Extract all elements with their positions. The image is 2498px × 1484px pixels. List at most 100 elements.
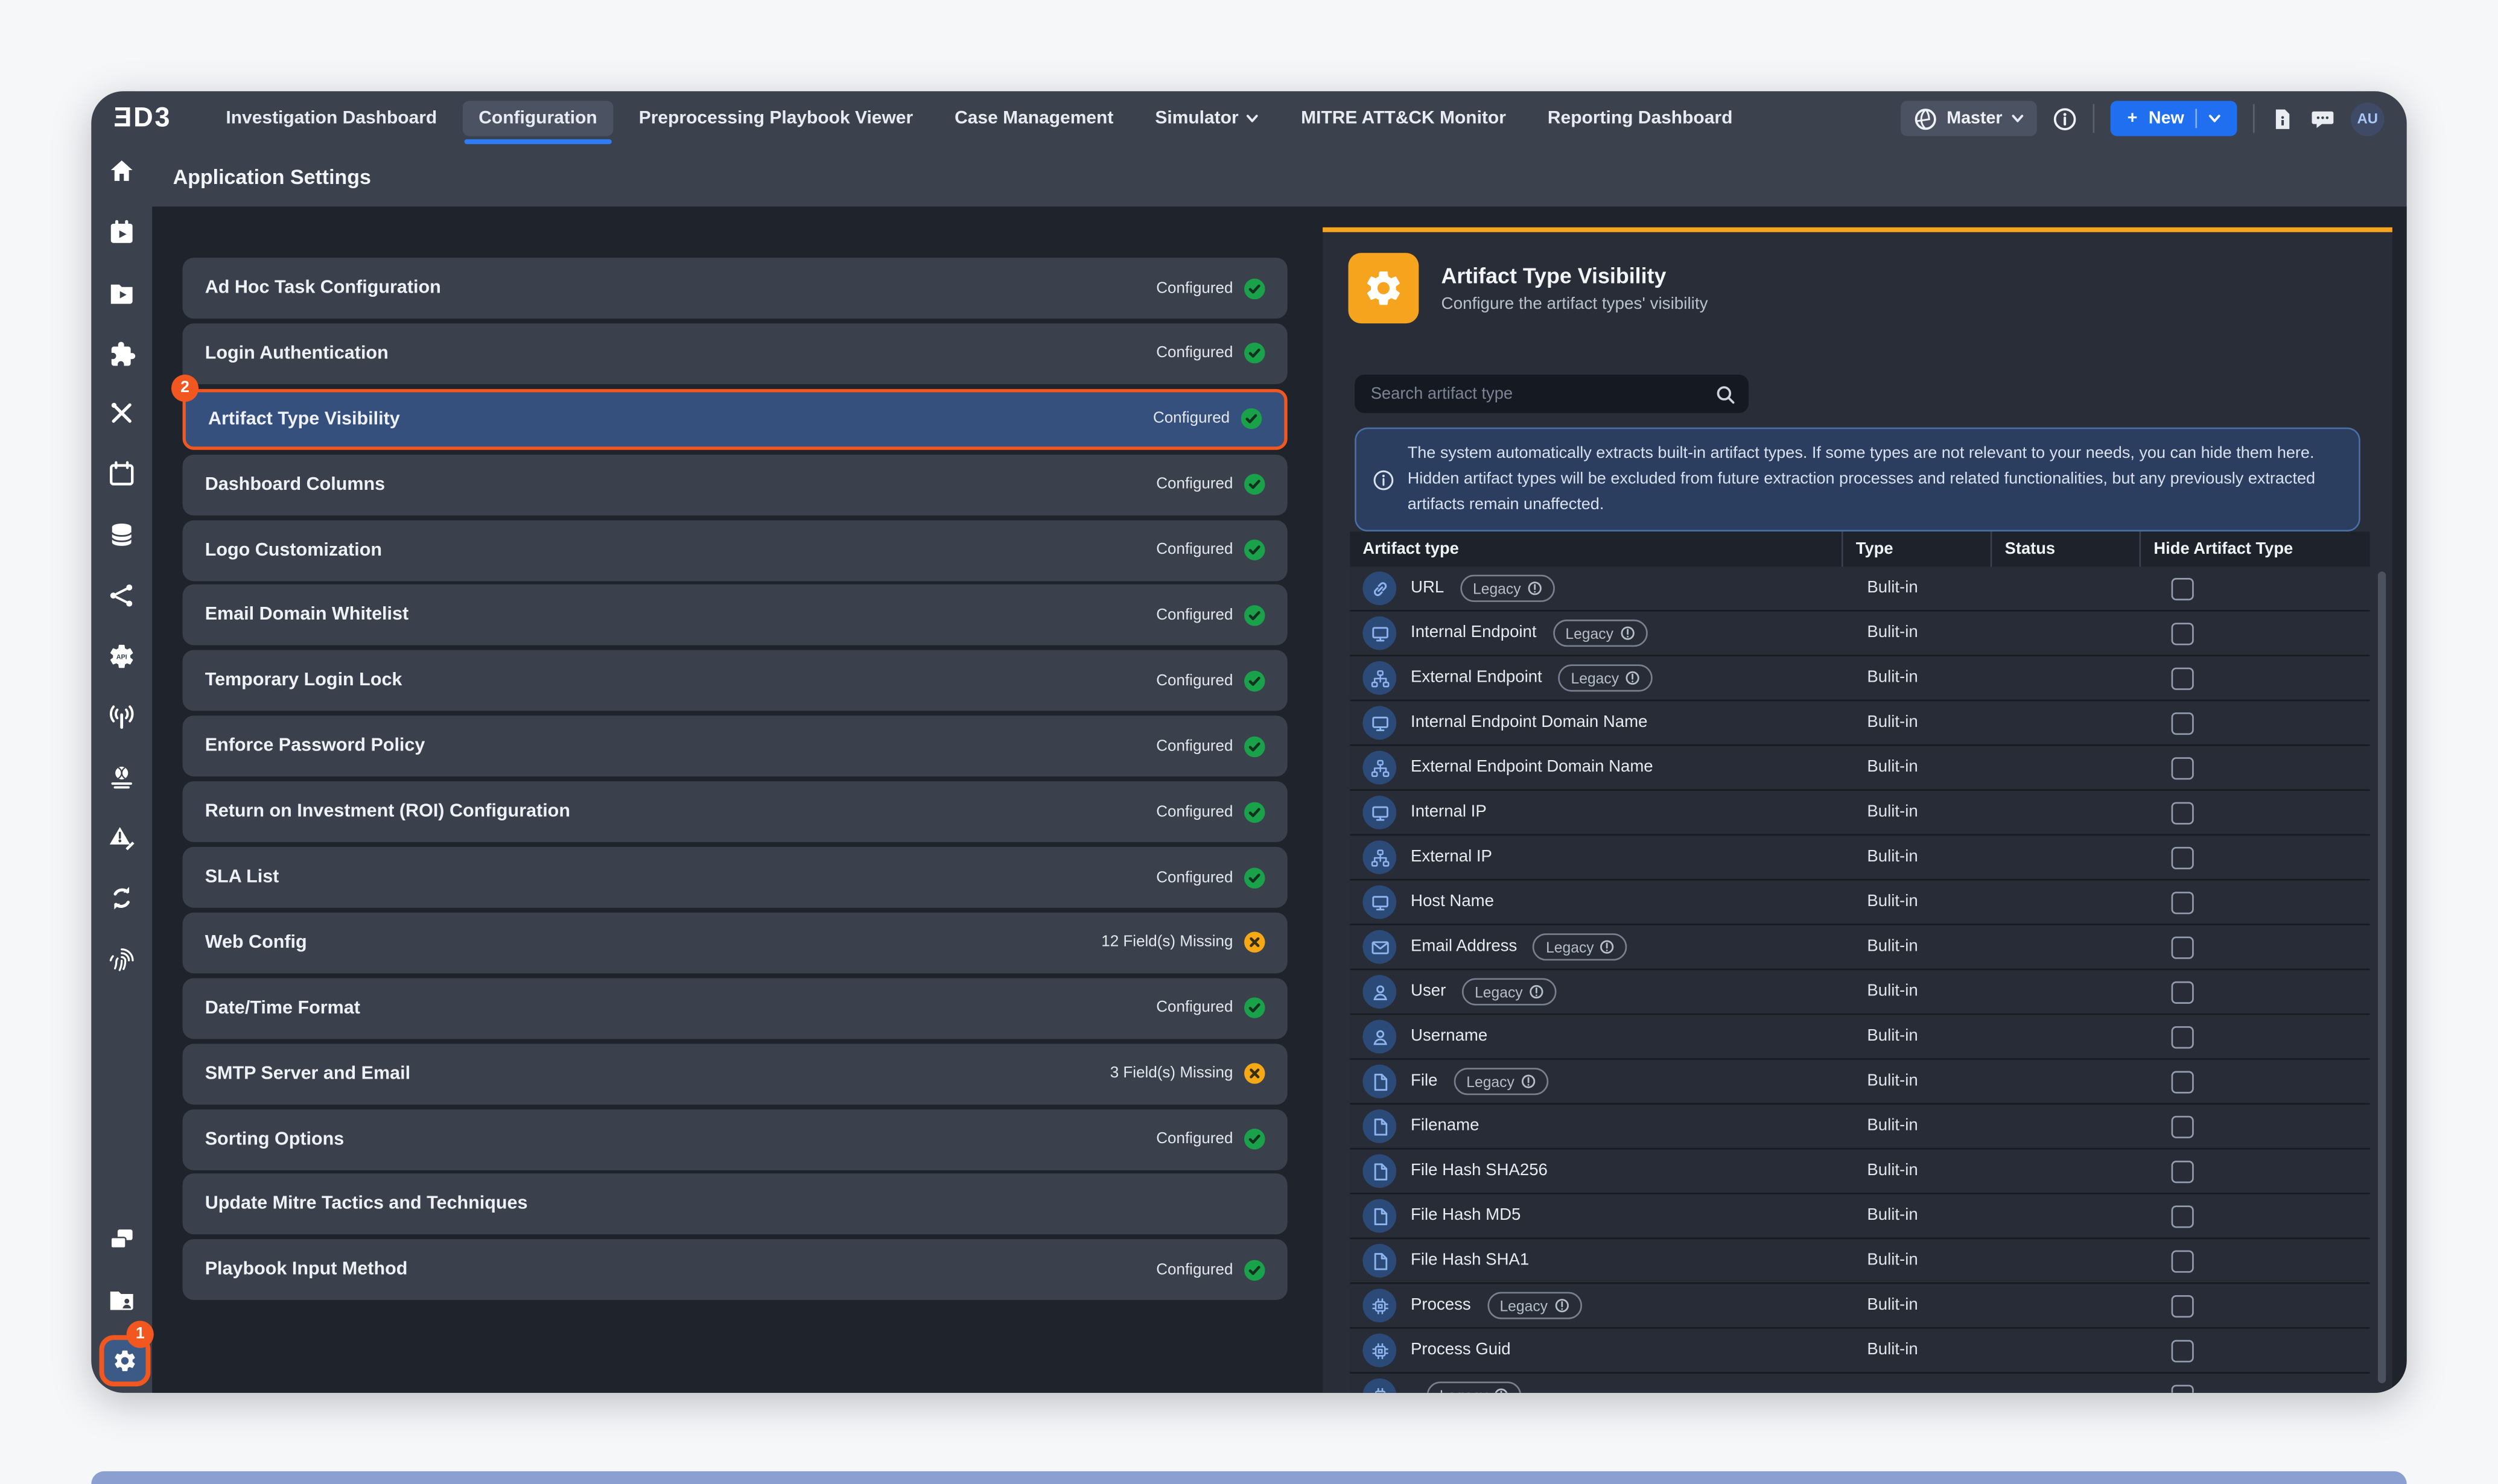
windows-icon[interactable] [107, 1225, 136, 1254]
connections-icon[interactable] [107, 581, 136, 610]
hide-artifact-checkbox[interactable] [2172, 1295, 2194, 1317]
settings-list-item[interactable]: Dashboard Columns Configured [183, 454, 1288, 515]
tab-case-management[interactable]: Case Management [939, 101, 1130, 136]
settings-list-item[interactable]: Ad Hoc Task Configuration Configured [183, 258, 1288, 319]
new-button[interactable]: + New [2111, 101, 2237, 136]
search-icon[interactable] [1715, 384, 1736, 405]
table-row[interactable]: Process Legacy Bulit-in [1350, 1284, 2370, 1328]
hide-artifact-checkbox[interactable] [2172, 1339, 2194, 1362]
screen: ƎD3 Investigation DashboardConfiguration… [0, 0, 2498, 1484]
settings-list-item[interactable]: Update Mitre Tactics and Techniques [183, 1175, 1288, 1235]
artifact-type: Bulit-in [1854, 983, 1918, 1000]
artifact-name: File Hash MD5 [1411, 1207, 1521, 1225]
tab-simulator[interactable]: Simulator [1139, 101, 1276, 136]
fingerprint-icon[interactable] [107, 945, 136, 974]
case-files-icon[interactable] [107, 1286, 136, 1314]
table-row[interactable]: Email Address Legacy Bulit-in [1350, 925, 2370, 970]
hide-artifact-checkbox[interactable] [2172, 667, 2194, 689]
chat-icon[interactable] [2311, 106, 2335, 130]
info-icon[interactable] [2054, 106, 2078, 130]
info-banner: The system automatically extracts built-… [1355, 428, 2360, 533]
table-header: Artifact typeTypeStatusHide Artifact Typ… [1350, 531, 2370, 566]
hide-artifact-checkbox[interactable] [2172, 1205, 2194, 1227]
table-body: URL Legacy Bulit-in Internal Endpoint Le… [1350, 566, 2370, 1392]
table-row[interactable]: Legacy [1350, 1374, 2370, 1393]
artifact-name: Username [1411, 1028, 1487, 1045]
settings-list-item[interactable]: Logo Customization Configured [183, 519, 1288, 580]
table-row[interactable]: External Endpoint Legacy Bulit-in [1350, 656, 2370, 701]
playbook-viewer-icon[interactable] [107, 278, 136, 307]
column-header: Artifact type [1350, 531, 1842, 566]
table-scrollbar[interactable] [2378, 571, 2386, 1383]
file-icon [1362, 1154, 1396, 1188]
table-row[interactable]: File Hash SHA256 Bulit-in [1350, 1149, 2370, 1194]
hide-artifact-checkbox[interactable] [2172, 622, 2194, 644]
settings-list-item[interactable]: Date/Time Format Configured [183, 978, 1288, 1039]
table-row[interactable]: File Hash SHA1 Bulit-in [1350, 1239, 2370, 1284]
web-portal-icon[interactable] [107, 763, 136, 792]
tab-configuration[interactable]: Configuration [463, 101, 614, 136]
hide-artifact-checkbox[interactable] [2172, 980, 2194, 1003]
document-icon[interactable] [2271, 106, 2295, 130]
hide-artifact-checkbox[interactable] [2172, 801, 2194, 823]
event-calendar-icon[interactable] [107, 460, 136, 489]
hide-artifact-checkbox[interactable] [2172, 891, 2194, 913]
hide-artifact-checkbox[interactable] [2172, 1384, 2194, 1393]
table-row[interactable]: Internal IP Bulit-in [1350, 791, 2370, 836]
settings-list-item[interactable]: Artifact Type Visibility Configured 2 [183, 388, 1288, 449]
settings-list-item[interactable]: Sorting Options Configured [183, 1109, 1288, 1170]
table-row[interactable]: External Endpoint Domain Name Bulit-in [1350, 746, 2370, 791]
settings-list-item[interactable]: Login Authentication Configured [183, 323, 1288, 384]
api-icon[interactable]: API [107, 642, 136, 671]
settings-list-item[interactable]: SMTP Server and Email 3 Field(s) Missing [183, 1043, 1288, 1104]
hide-artifact-checkbox[interactable] [2172, 1160, 2194, 1182]
settings-list-item[interactable]: Enforce Password Policy Configured [183, 716, 1288, 777]
table-row[interactable]: Internal Endpoint Domain Name Bulit-in [1350, 701, 2370, 746]
search-input[interactable] [1355, 385, 1715, 402]
hide-artifact-checkbox[interactable] [2172, 1026, 2194, 1048]
incident-report-icon[interactable] [107, 823, 136, 852]
tab-reporting-dashboard[interactable]: Reporting Dashboard [1531, 101, 1749, 136]
tab-investigation-dashboard[interactable]: Investigation Dashboard [210, 101, 453, 136]
broadcast-icon[interactable] [107, 702, 136, 731]
utilities-icon[interactable] [107, 399, 136, 428]
table-row[interactable]: File Legacy Bulit-in [1350, 1060, 2370, 1105]
settings-list-item[interactable]: Temporary Login Lock Configured [183, 650, 1288, 711]
hide-artifact-checkbox[interactable] [2172, 846, 2194, 869]
settings-item-label: Logo Customization [205, 541, 382, 560]
avatar[interactable]: AU [2351, 102, 2385, 136]
home-icon[interactable] [107, 157, 136, 186]
data-management-icon[interactable] [107, 521, 136, 550]
configured-check-icon [1244, 867, 1265, 888]
hide-artifact-checkbox[interactable] [2172, 577, 2194, 600]
sync-icon[interactable] [107, 884, 136, 913]
table-row[interactable]: Process Guid Bulit-in [1350, 1329, 2370, 1374]
hide-artifact-checkbox[interactable] [2172, 936, 2194, 958]
hide-artifact-checkbox[interactable] [2172, 712, 2194, 734]
scheduled-playbooks-icon[interactable] [107, 218, 136, 247]
tab-preprocessing-playbook-viewer[interactable]: Preprocessing Playbook Viewer [623, 101, 929, 136]
table-row[interactable]: Internal Endpoint Legacy Bulit-in [1350, 612, 2370, 656]
settings-list-item[interactable]: Web Config 12 Field(s) Missing [183, 912, 1288, 973]
tab-mitre-att-ck-monitor[interactable]: MITRE ATT&CK Monitor [1285, 101, 1522, 136]
table-row[interactable]: External IP Bulit-in [1350, 836, 2370, 880]
environment-selector[interactable]: Master [1900, 101, 2038, 136]
legacy-badge: Legacy [1454, 1068, 1548, 1095]
table-row[interactable]: Username Bulit-in [1350, 1015, 2370, 1060]
file-icon [1362, 1109, 1396, 1143]
hide-artifact-checkbox[interactable] [2172, 1070, 2194, 1092]
table-row[interactable]: File Hash MD5 Bulit-in [1350, 1194, 2370, 1239]
table-row[interactable]: Host Name Bulit-in [1350, 881, 2370, 925]
settings-list-item[interactable]: Playbook Input Method Configured [183, 1240, 1288, 1301]
settings-list-item[interactable]: Return on Investment (ROI) Configuration… [183, 781, 1288, 842]
artifact-type: Bulit-in [1854, 759, 1918, 776]
table-row[interactable]: Filename Bulit-in [1350, 1105, 2370, 1149]
settings-list-item[interactable]: SLA List Configured [183, 847, 1288, 908]
table-row[interactable]: URL Legacy Bulit-in [1350, 566, 2370, 611]
settings-list-item[interactable]: Email Domain Whitelist Configured [183, 585, 1288, 646]
hide-artifact-checkbox[interactable] [2172, 756, 2194, 779]
hide-artifact-checkbox[interactable] [2172, 1115, 2194, 1137]
hide-artifact-checkbox[interactable] [2172, 1249, 2194, 1272]
table-row[interactable]: User Legacy Bulit-in [1350, 970, 2370, 1015]
integrations-icon[interactable] [107, 338, 136, 367]
